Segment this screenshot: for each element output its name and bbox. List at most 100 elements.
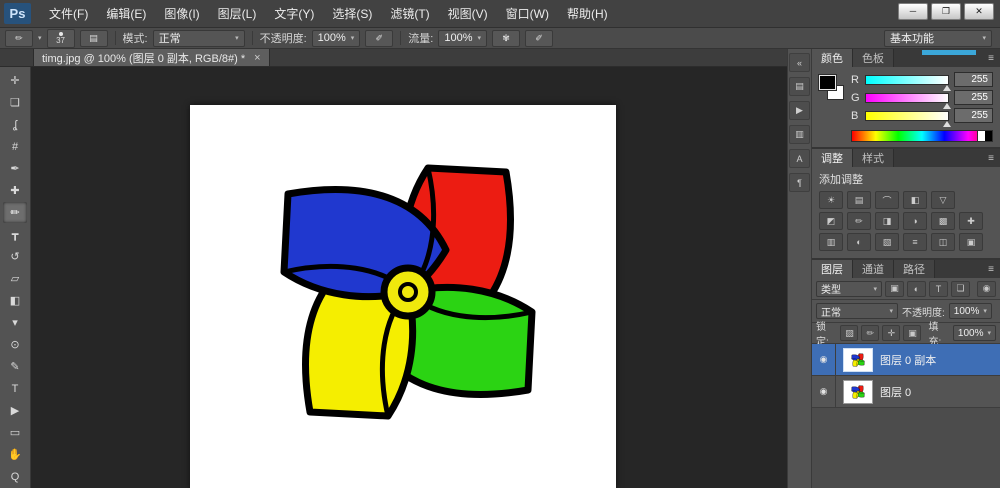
filter-adjustment-layers-icon[interactable]: ◐ bbox=[907, 281, 926, 297]
filter-toggle-icon[interactable]: ◉ bbox=[977, 281, 996, 297]
panel-menu-icon[interactable]: ≡ bbox=[982, 260, 1000, 278]
hue-saturation-icon[interactable]: ◩ bbox=[819, 212, 843, 230]
lasso-tool[interactable]: ʆ bbox=[3, 114, 27, 135]
vibrance-icon[interactable]: ▽ bbox=[931, 191, 955, 209]
black-white-icon[interactable]: ◨ bbox=[875, 212, 899, 230]
menu-edit[interactable]: 编辑(E) bbox=[97, 1, 155, 26]
green-channel-slider[interactable] bbox=[865, 93, 949, 103]
expand-panels-icon[interactable]: « bbox=[789, 53, 810, 72]
menu-image[interactable]: 图像(I) bbox=[155, 1, 208, 26]
blue-channel-value[interactable]: 255 bbox=[954, 108, 993, 123]
blur-tool[interactable]: ▾ bbox=[3, 312, 27, 333]
move-tool[interactable]: ✛ bbox=[3, 70, 27, 91]
tab-adjustments[interactable]: 调整 bbox=[812, 149, 853, 167]
gradient-tool[interactable]: ◧ bbox=[3, 290, 27, 311]
layer-name[interactable]: 图层 0 副本 bbox=[880, 352, 936, 368]
shape-tool[interactable]: ▭ bbox=[3, 422, 27, 443]
clone-stamp-tool[interactable]: ┳ bbox=[3, 224, 27, 245]
spot-healing-tool[interactable]: ✚ bbox=[3, 180, 27, 201]
posterize-icon[interactable]: ◐ bbox=[847, 233, 871, 251]
document-canvas[interactable] bbox=[190, 105, 616, 488]
red-channel-value[interactable]: 255 bbox=[954, 72, 993, 87]
eyedropper-tool[interactable]: ✒ bbox=[3, 158, 27, 179]
filter-pixel-layers-icon[interactable]: ▣ bbox=[885, 281, 904, 297]
hand-tool[interactable]: ✋ bbox=[3, 444, 27, 465]
path-select-tool[interactable]: ▶ bbox=[3, 400, 27, 421]
character-icon[interactable]: A bbox=[789, 149, 810, 168]
layer-thumbnail[interactable] bbox=[843, 380, 873, 404]
gradient-map-icon[interactable]: ≡ bbox=[903, 233, 927, 251]
photo-filter-icon[interactable]: ◑ bbox=[903, 212, 927, 230]
lock-all-icon[interactable]: ▣ bbox=[903, 325, 921, 341]
tab-swatches[interactable]: 色板 bbox=[853, 49, 894, 67]
slider-handle[interactable] bbox=[943, 121, 951, 127]
exposure-icon[interactable]: ◧ bbox=[903, 191, 927, 209]
lock-move-icon[interactable]: ✛ bbox=[882, 325, 900, 341]
type-tool[interactable]: T bbox=[3, 378, 27, 399]
menu-type[interactable]: 文字(Y) bbox=[265, 1, 323, 26]
brush-preset-arrow-icon[interactable]: ▾ bbox=[38, 34, 42, 42]
invert-icon[interactable]: ▥ bbox=[819, 233, 843, 251]
marquee-tool[interactable]: ❏ bbox=[3, 92, 27, 113]
color-lookup-icon[interactable]: ✚ bbox=[959, 212, 983, 230]
layer-row[interactable]: ◉ 图层 0 副本 bbox=[812, 344, 1000, 376]
paragraph-icon[interactable]: ¶ bbox=[789, 173, 810, 192]
layer-visibility-toggle[interactable]: ◉ bbox=[812, 344, 836, 375]
panel-menu-icon[interactable]: ≡ bbox=[982, 149, 1000, 167]
red-channel-slider[interactable] bbox=[865, 75, 949, 85]
lock-paint-icon[interactable]: ✏ bbox=[861, 325, 879, 341]
opacity-dropdown[interactable]: 100% ▾ bbox=[312, 30, 361, 47]
minimize-button[interactable]: ─ bbox=[898, 3, 928, 20]
levels-icon[interactable]: ▤ bbox=[847, 191, 871, 209]
actions-icon[interactable]: ▶ bbox=[789, 101, 810, 120]
foreground-color-swatch[interactable] bbox=[819, 75, 836, 90]
flow-dropdown[interactable]: 100% ▾ bbox=[438, 30, 487, 47]
dodge-tool[interactable]: ⊙ bbox=[3, 334, 27, 355]
menu-help[interactable]: 帮助(H) bbox=[558, 1, 617, 26]
panel-menu-icon[interactable]: ≡ bbox=[982, 49, 1000, 67]
layer-opacity-dropdown[interactable]: 100% ▾ bbox=[949, 303, 992, 319]
blue-channel-slider[interactable] bbox=[865, 111, 949, 121]
channel-mixer-icon[interactable]: ▩ bbox=[931, 212, 955, 230]
menu-filter[interactable]: 滤镜(T) bbox=[381, 1, 438, 26]
spectrum-black-swatch[interactable] bbox=[985, 131, 992, 141]
tab-close-icon[interactable]: × bbox=[254, 52, 260, 64]
curves-icon[interactable]: ⌒ bbox=[875, 191, 899, 209]
maximize-button[interactable]: ❐ bbox=[931, 3, 961, 20]
eraser-tool[interactable]: ▱ bbox=[3, 268, 27, 289]
toggle-brush-panel-icon[interactable]: ▤ bbox=[80, 30, 108, 47]
threshold-icon[interactable]: ▧ bbox=[875, 233, 899, 251]
crop-tool[interactable]: # bbox=[3, 136, 27, 157]
selective-color-icon[interactable]: ◫ bbox=[931, 233, 955, 251]
tab-layers[interactable]: 图层 bbox=[812, 260, 853, 278]
color-spectrum-ramp[interactable] bbox=[851, 130, 993, 142]
pressure-size-icon[interactable]: ✐ bbox=[525, 30, 553, 47]
workspace-switcher[interactable]: 基本功能 ▾ bbox=[884, 30, 992, 47]
lock-transparent-icon[interactable]: ▨ bbox=[840, 325, 858, 341]
canvas-area[interactable] bbox=[31, 67, 788, 488]
menu-window[interactable]: 窗口(W) bbox=[497, 1, 558, 26]
mode-dropdown[interactable]: 正常 ▾ bbox=[153, 30, 245, 47]
document-tab[interactable]: timg.jpg @ 100% (图层 0 副本, RGB/8#) * × bbox=[33, 49, 270, 66]
filter-kind-dropdown[interactable]: 类型 ▾ bbox=[816, 281, 882, 297]
tab-paths[interactable]: 路径 bbox=[894, 260, 935, 278]
brush-tool[interactable]: ✏ bbox=[3, 202, 27, 223]
brush-size-picker[interactable]: 37 bbox=[47, 29, 75, 48]
layer-thumbnail[interactable] bbox=[843, 348, 873, 372]
menu-layer[interactable]: 图层(L) bbox=[209, 1, 266, 26]
layer-visibility-toggle[interactable]: ◉ bbox=[812, 376, 836, 407]
menu-select[interactable]: 选择(S) bbox=[323, 1, 381, 26]
brush-preset-icon[interactable]: ✏ bbox=[5, 30, 33, 47]
filter-shape-layers-icon[interactable]: ❏ bbox=[951, 281, 970, 297]
tab-color[interactable]: 颜色 bbox=[812, 49, 853, 67]
pen-pressure-icon[interactable]: ✐ bbox=[365, 30, 393, 47]
brightness-contrast-icon[interactable]: ☀ bbox=[819, 191, 843, 209]
blend-mode-dropdown[interactable]: 正常 ▾ bbox=[816, 303, 898, 319]
airbrush-icon[interactable]: ✾ bbox=[492, 30, 520, 47]
color-balance-icon[interactable]: ✏ bbox=[847, 212, 871, 230]
filter-type-layers-icon[interactable]: T bbox=[929, 281, 948, 297]
slider-handle[interactable] bbox=[943, 85, 951, 91]
tab-styles[interactable]: 样式 bbox=[853, 149, 894, 167]
fill-dropdown[interactable]: 100% ▾ bbox=[953, 325, 996, 341]
history-brush-tool[interactable]: ↺ bbox=[3, 246, 27, 267]
